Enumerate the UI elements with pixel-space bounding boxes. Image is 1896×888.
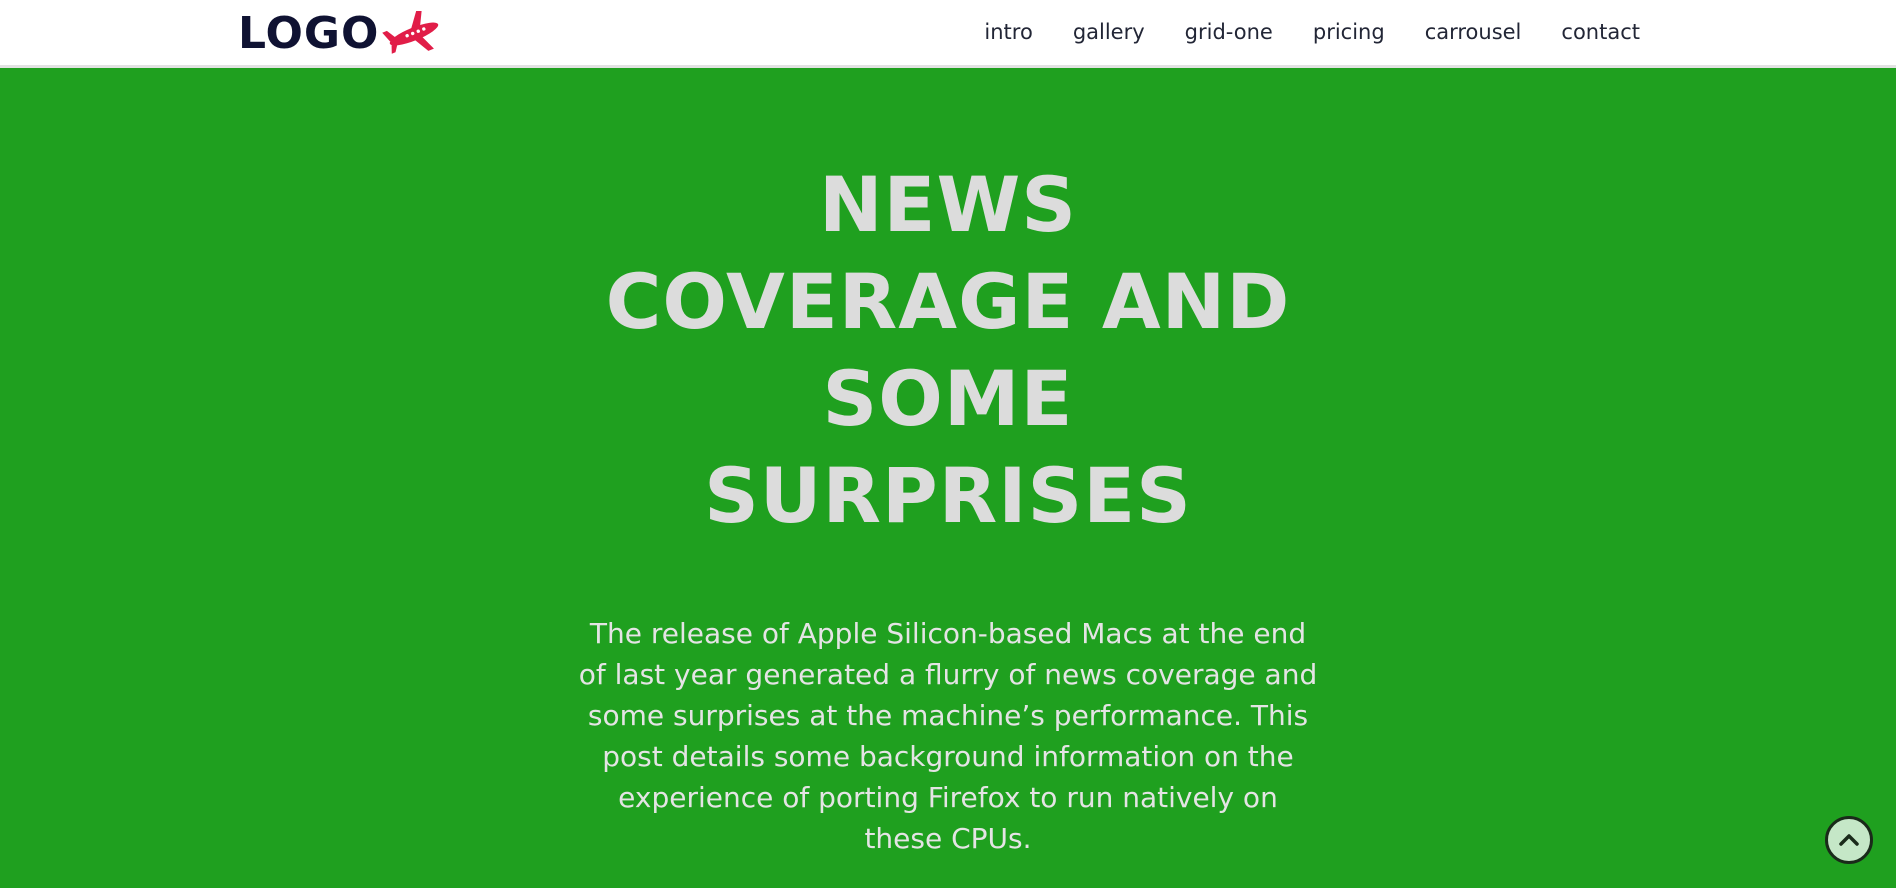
hero-description: The release of Apple Silicon-based Macs … <box>560 613 1336 859</box>
hero-title: NEWS COVERAGE AND SOME SURPRISES <box>548 156 1348 544</box>
airplane-icon <box>381 8 447 57</box>
hero-description-line: post details some background information… <box>602 740 1294 773</box>
hero-section: NEWS COVERAGE AND SOME SURPRISES The rel… <box>0 68 1896 888</box>
nav-link-intro[interactable]: intro <box>984 20 1032 44</box>
nav-link-grid-one[interactable]: grid-one <box>1185 20 1273 44</box>
navbar: LOGO intro gallery grid-one pricing carr… <box>0 0 1896 68</box>
hero-description-line: these CPUs. <box>864 822 1032 855</box>
hero-title-line: SOME <box>822 354 1074 443</box>
nav-link-carrousel[interactable]: carrousel <box>1425 20 1522 44</box>
hero-title-line: COVERAGE AND <box>605 257 1291 346</box>
logo-link[interactable]: LOGO <box>238 8 447 60</box>
hero-description-line: some surprises at the machine’s performa… <box>587 699 1309 732</box>
hero-description-line: The release of Apple Silicon-based Macs … <box>589 617 1307 650</box>
hero-title-line: SURPRISES <box>704 451 1192 540</box>
hero-title-line: NEWS <box>818 160 1078 249</box>
nav-link-gallery[interactable]: gallery <box>1073 20 1145 44</box>
hero-description-line: of last year generated a flurry of news … <box>578 658 1318 691</box>
logo-text: LOGO <box>238 8 380 59</box>
nav-link-contact[interactable]: contact <box>1561 20 1640 44</box>
back-to-top-button[interactable] <box>1825 816 1873 864</box>
hero-description-line: experience of porting Firefox to run nat… <box>618 781 1278 814</box>
main-nav: intro gallery grid-one pricing carrousel… <box>984 0 1640 64</box>
chevron-up-icon <box>1839 834 1859 846</box>
nav-link-pricing[interactable]: pricing <box>1313 20 1385 44</box>
